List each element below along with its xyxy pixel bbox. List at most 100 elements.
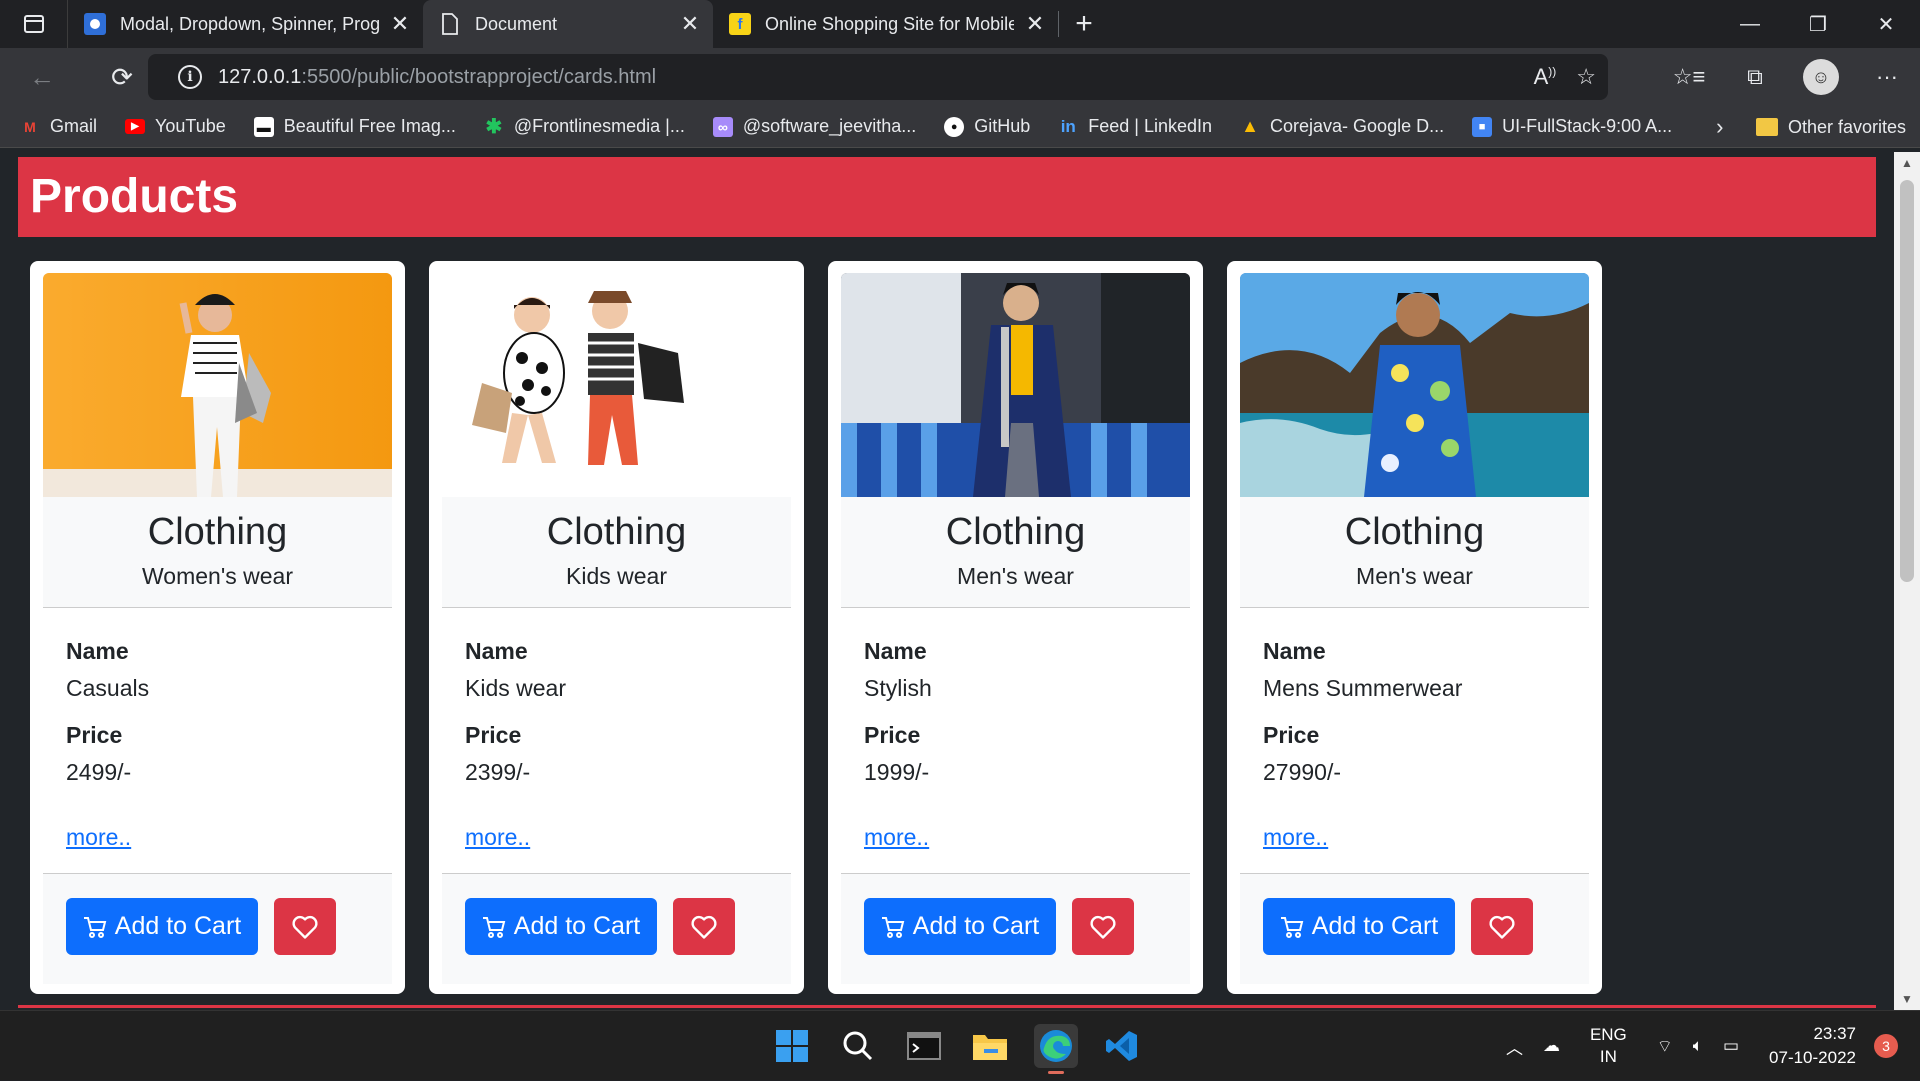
add-to-cart-button[interactable]: Add to Cart: [66, 898, 258, 955]
search-icon: [843, 1031, 873, 1061]
add-to-cart-button[interactable]: Add to Cart: [864, 898, 1056, 955]
tab-modal-dropdown[interactable]: Modal, Dropdown, Spinner, Prog ✕: [68, 0, 423, 48]
favorite-label: Feed | LinkedIn: [1088, 116, 1213, 136]
tab-actions-button[interactable]: [0, 0, 68, 48]
add-to-cart-label: Add to Cart: [513, 912, 641, 940]
other-favorites[interactable]: Other favorites: [1755, 106, 1906, 148]
favorite-ui-fullstack[interactable]: ■ UI-FullStack-9:00 A...: [1472, 116, 1672, 137]
scroll-down-icon[interactable]: ▼: [1894, 992, 1920, 1006]
url-host: 127.0.0.1: [218, 65, 302, 88]
favorite-label: GitHub: [974, 116, 1031, 136]
onedrive-cloud-icon[interactable]: ☁: [1543, 1036, 1560, 1056]
close-tab-icon[interactable]: ✕: [679, 11, 701, 37]
wifi-icon[interactable]: ⌔: [1657, 1036, 1673, 1057]
clock[interactable]: 23:37 07-10-2022: [1769, 1022, 1856, 1070]
window-controls: — ❐ ✕: [1716, 0, 1920, 48]
heart-icon: [691, 915, 717, 939]
card-body: Name Mens Summerwear Price 27990/- more.…: [1240, 608, 1589, 874]
add-to-cart-button[interactable]: Add to Cart: [465, 898, 657, 955]
settings-more-icon[interactable]: ···: [1854, 64, 1920, 90]
avatar: ☺: [1803, 59, 1839, 95]
address-bar[interactable]: i 127.0.0.1:5500/public/bootstrapproject…: [148, 54, 1608, 100]
heart-icon: [1489, 915, 1515, 939]
favorite-unsplash[interactable]: ▬ Beautiful Free Imag...: [253, 116, 456, 137]
start-button[interactable]: [770, 1024, 814, 1068]
terminal-app[interactable]: [902, 1024, 946, 1068]
more-link[interactable]: more..: [465, 824, 530, 851]
tab-online-shopping[interactable]: f Online Shopping Site for Mobile ✕: [713, 0, 1058, 48]
favorite-label: Beautiful Free Imag...: [283, 116, 456, 136]
vscode-app[interactable]: [1100, 1024, 1144, 1068]
page-viewport: Products Clothing Women's wear Name Casu…: [0, 148, 1920, 1010]
product-name: Kids wear: [465, 675, 566, 701]
minimize-icon[interactable]: —: [1716, 0, 1784, 48]
product-price: 1999/-: [864, 759, 930, 785]
favorite-software-jeevitha[interactable]: ∞ @software_jeevitha...: [712, 116, 917, 137]
product-price: 2399/-: [465, 759, 531, 785]
favorite-frontlinesmedia[interactable]: ✱ @Frontlinesmedia |...: [484, 116, 684, 138]
card-subtitle: Men's wear: [957, 563, 1074, 589]
new-tab-icon[interactable]: +: [1059, 7, 1109, 41]
chevron-up-icon[interactable]: ︿: [1506, 1034, 1523, 1059]
more-link[interactable]: more..: [864, 824, 929, 851]
page-scrollbar[interactable]: ▲ ▼: [1894, 152, 1920, 1010]
language-indicator[interactable]: ENG IN: [1590, 1024, 1627, 1068]
product-card: Clothing Women's wear Name Casuals Price…: [30, 261, 405, 994]
add-to-cart-button[interactable]: Add to Cart: [1263, 898, 1455, 955]
profile-button[interactable]: ☺: [1788, 59, 1854, 95]
site-info-icon[interactable]: i: [178, 65, 202, 89]
card-category: Clothing: [546, 511, 687, 553]
card-footer: Add to Cart: [1240, 874, 1589, 984]
add-to-cart-label: Add to Cart: [912, 912, 1040, 940]
scrollbar-thumb[interactable]: [1900, 180, 1914, 582]
price-label: Price: [66, 722, 123, 748]
heart-icon: [292, 915, 318, 939]
more-link[interactable]: more..: [66, 824, 131, 851]
scroll-up-icon[interactable]: ▲: [1894, 156, 1920, 170]
close-tab-icon[interactable]: ✕: [1024, 11, 1046, 37]
wishlist-button[interactable]: [1072, 898, 1134, 955]
search-button[interactable]: [836, 1024, 880, 1068]
url-text: 127.0.0.1:5500/public/bootstrapproject/c…: [218, 66, 656, 89]
card-subtitle: Women's wear: [142, 563, 293, 589]
wishlist-button[interactable]: [274, 898, 336, 955]
collections-icon[interactable]: ⧉: [1722, 64, 1788, 90]
battery-icon[interactable]: ▭: [1723, 1036, 1739, 1056]
file-explorer-app[interactable]: [968, 1024, 1012, 1068]
read-aloud-icon[interactable]: A)): [1534, 64, 1557, 90]
card-header: Clothing Kids wear: [442, 497, 791, 608]
favorite-label: @software_jeevitha...: [742, 116, 917, 136]
favorite-gmail[interactable]: M Gmail: [20, 116, 97, 137]
product-name: Mens Summerwear: [1263, 675, 1463, 701]
linkedin-icon: in: [1060, 116, 1076, 136]
card-header: Clothing Men's wear: [841, 497, 1190, 608]
back-icon[interactable]: ←: [14, 53, 70, 101]
chevron-right-icon[interactable]: ›: [1716, 114, 1723, 140]
close-tab-icon[interactable]: ✕: [389, 11, 411, 37]
card-category: Clothing: [147, 511, 288, 553]
wishlist-button[interactable]: [1471, 898, 1533, 955]
edge-browser-app[interactable]: [1034, 1024, 1078, 1074]
favorites-icon[interactable]: ☆≡: [1656, 64, 1722, 90]
favorite-github[interactable]: ● GitHub: [944, 116, 1030, 137]
add-favorite-icon[interactable]: ☆: [1576, 64, 1596, 90]
notification-badge[interactable]: 3: [1874, 1034, 1898, 1058]
tab-document[interactable]: Document ✕: [423, 0, 713, 48]
more-link[interactable]: more..: [1263, 824, 1328, 851]
card-category: Clothing: [1344, 511, 1485, 553]
cart-icon: [881, 916, 905, 938]
card-subtitle: Kids wear: [566, 563, 667, 589]
restore-icon[interactable]: ❐: [1784, 0, 1852, 48]
volume-icon[interactable]: 🔈︎: [1693, 1036, 1703, 1056]
close-window-icon[interactable]: ✕: [1852, 0, 1920, 48]
heart-icon: [1090, 915, 1116, 939]
favorite-google-drive[interactable]: ▲ Corejava- Google D...: [1240, 116, 1444, 137]
refresh-icon[interactable]: ⟳: [94, 53, 150, 101]
favorites-bar: M Gmail ▶ YouTube ▬ Beautiful Free Imag... …: [0, 106, 1920, 148]
youtube-icon: ▶: [125, 119, 146, 134]
favorite-youtube[interactable]: ▶ YouTube: [125, 116, 226, 137]
folder-icon: [1755, 118, 1778, 136]
folder-icon: [973, 1035, 1007, 1060]
wishlist-button[interactable]: [673, 898, 735, 955]
favorite-linkedin[interactable]: in Feed | LinkedIn: [1058, 116, 1212, 137]
